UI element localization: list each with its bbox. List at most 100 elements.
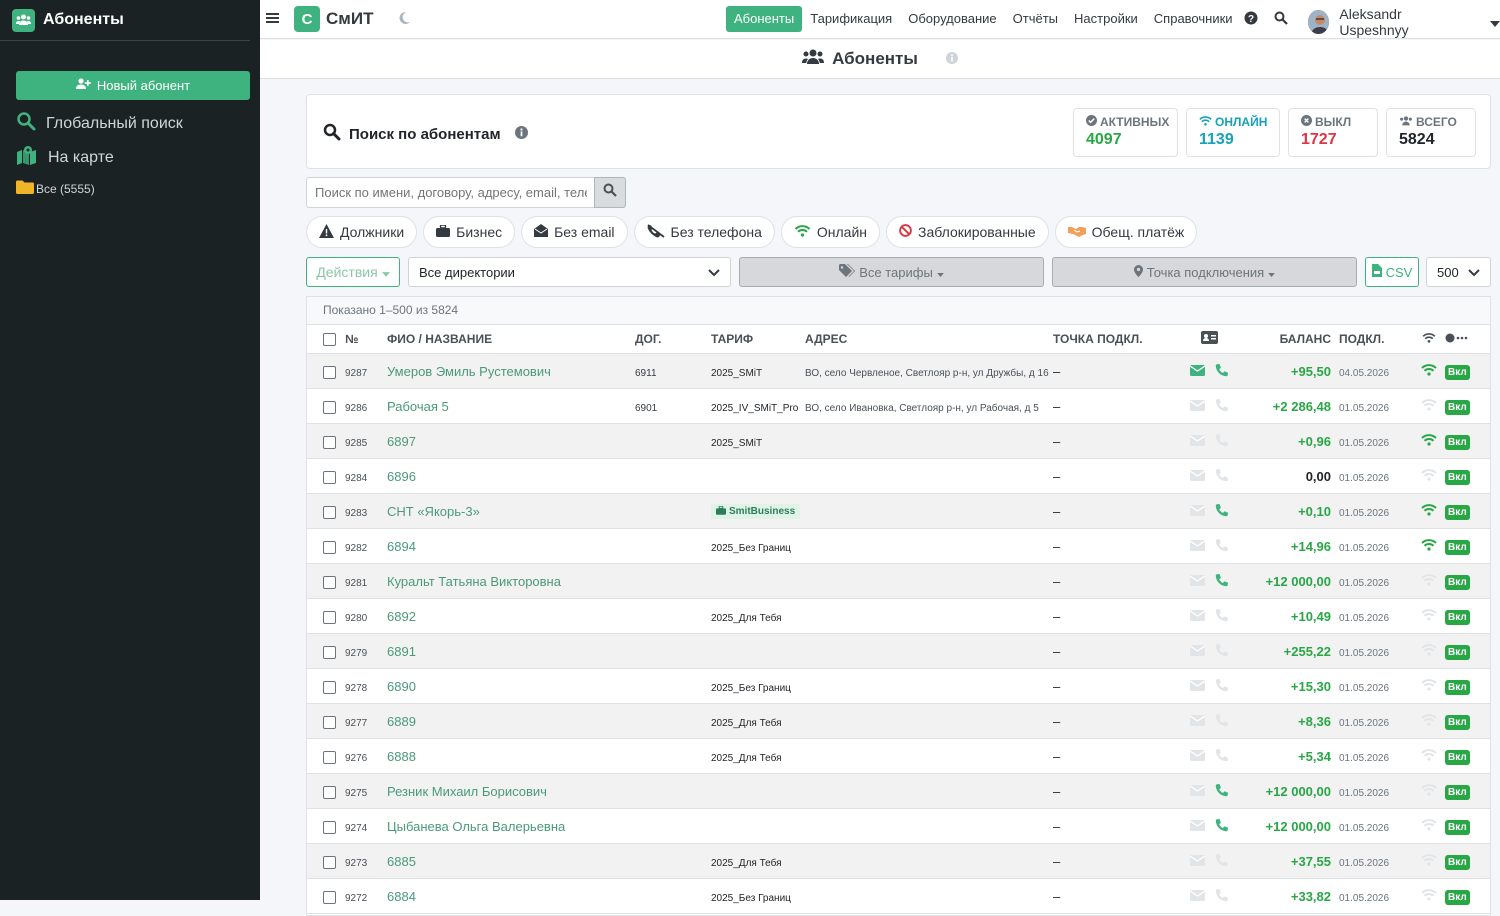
search-button[interactable] xyxy=(594,177,626,208)
status-badge[interactable]: Вкл xyxy=(1445,679,1470,695)
stat-off[interactable]: Выкл 1727 xyxy=(1288,108,1378,157)
stat-active[interactable]: Активных 4097 xyxy=(1073,108,1178,157)
nav-subscribers[interactable]: Абоненты xyxy=(726,6,803,32)
status-badge[interactable]: Вкл xyxy=(1445,434,1470,450)
nav-references[interactable]: Справочники xyxy=(1146,6,1241,32)
subscriber-name-link[interactable]: 6888 xyxy=(387,749,416,764)
status-badge[interactable]: Вкл xyxy=(1445,609,1470,625)
table-row[interactable]: 9278 6890 2025_Без Границ – +15,30 01.05.2026… xyxy=(307,668,1490,704)
subscriber-name-link[interactable]: Куральт Татьяна Викторовна xyxy=(387,574,561,589)
chip-business[interactable]: Бизнес xyxy=(423,216,516,248)
row-checkbox[interactable] xyxy=(323,575,336,589)
global-search-link[interactable]: Глобальный поиск xyxy=(16,111,183,136)
table-row[interactable]: 9286 Рабочая 5 6901 2025_IV_SMiT_Pro ВО, сел… xyxy=(307,388,1490,424)
menu-icon[interactable] xyxy=(266,11,280,30)
chip-promised-payment[interactable]: Обещ. платёж xyxy=(1054,216,1198,248)
info-icon[interactable] xyxy=(514,125,528,143)
moon-icon[interactable] xyxy=(397,11,411,30)
stat-total[interactable]: Всего 5824 xyxy=(1386,108,1476,157)
status-badge[interactable]: Вкл xyxy=(1445,819,1470,835)
row-checkbox[interactable] xyxy=(323,365,336,379)
chip-blocked[interactable]: Заблокированные xyxy=(886,216,1049,248)
table-row[interactable]: 9279 6891 – +255,22 01.05.2026 Вкл xyxy=(307,633,1490,669)
search-input[interactable] xyxy=(306,177,596,208)
status-badge[interactable]: Вкл xyxy=(1445,364,1470,380)
phone-icon[interactable] xyxy=(1215,783,1229,800)
phone-icon[interactable] xyxy=(1215,363,1229,380)
status-badge[interactable]: Вкл xyxy=(1445,399,1470,415)
folder-all[interactable]: Все (5555) xyxy=(16,180,95,197)
nav-equipment[interactable]: Оборудование xyxy=(900,6,1004,32)
table-row[interactable]: 9276 6888 2025_Для Тебя – +5,34 01.05.2026 Вкл xyxy=(307,738,1490,774)
row-checkbox[interactable] xyxy=(323,505,336,519)
status-badge[interactable]: Вкл xyxy=(1445,784,1470,800)
new-subscriber-button[interactable]: Новый абонент xyxy=(16,71,250,100)
row-checkbox[interactable] xyxy=(323,750,336,764)
table-row[interactable]: 9287 Умеров Эмиль Рустемович 6911 2025_SMiT… xyxy=(307,353,1490,389)
nav-billing[interactable]: Тарификация xyxy=(802,6,900,32)
table-row[interactable]: 9273 6885 2025_Для Тебя – +37,55 01.05.2026 Вк… xyxy=(307,843,1490,879)
status-badge[interactable]: Вкл xyxy=(1445,749,1470,765)
nav-reports[interactable]: Отчёты xyxy=(1005,6,1066,32)
phone-icon[interactable] xyxy=(1215,573,1229,590)
row-checkbox[interactable] xyxy=(323,855,336,869)
subscriber-name-link[interactable]: 6891 xyxy=(387,644,416,659)
subscriber-name-link[interactable]: Рабочая 5 xyxy=(387,399,449,414)
row-checkbox[interactable] xyxy=(323,820,336,834)
row-checkbox[interactable] xyxy=(323,470,336,484)
search-icon[interactable] xyxy=(1274,11,1288,30)
row-checkbox[interactable] xyxy=(323,680,336,694)
col-point[interactable]: Точка подкл. xyxy=(1053,324,1181,354)
point-dropdown[interactable]: Точка подключения xyxy=(1052,257,1357,287)
phone-icon[interactable] xyxy=(1215,818,1229,835)
status-badge[interactable]: Вкл xyxy=(1445,854,1470,870)
status-badge[interactable]: Вкл xyxy=(1445,469,1470,485)
chip-debtors[interactable]: Должники xyxy=(306,216,418,248)
subscriber-name-link[interactable]: 6885 xyxy=(387,854,416,869)
col-num[interactable]: № xyxy=(345,324,387,354)
chip-online[interactable]: Онлайн xyxy=(780,216,881,248)
csv-export-button[interactable]: CSV xyxy=(1365,257,1419,287)
col-contract[interactable]: Дог. xyxy=(635,324,711,354)
status-badge[interactable]: Вкл xyxy=(1445,539,1470,555)
phone-icon[interactable] xyxy=(1215,503,1229,520)
row-checkbox[interactable] xyxy=(323,400,336,414)
row-checkbox[interactable] xyxy=(323,890,336,904)
actions-dropdown[interactable]: Действия xyxy=(306,257,400,287)
subscriber-name-link[interactable]: Резник Михаил Борисович xyxy=(387,784,547,799)
row-checkbox[interactable] xyxy=(323,435,336,449)
table-row[interactable]: 9275 Резник Михаил Борисович – +12 000,00 01… xyxy=(307,773,1490,809)
status-badge[interactable]: Вкл xyxy=(1445,714,1470,730)
subscriber-name-link[interactable]: 6896 xyxy=(387,469,416,484)
subscriber-name-link[interactable]: 6890 xyxy=(387,679,416,694)
select-all-checkbox[interactable] xyxy=(323,333,336,347)
row-checkbox[interactable] xyxy=(323,715,336,729)
info-icon[interactable] xyxy=(945,49,958,69)
nav-settings[interactable]: Настройки xyxy=(1066,6,1146,32)
table-row[interactable]: 9274 Цыбанева Ольга Валерьевна – +12 000,00… xyxy=(307,808,1490,844)
table-row[interactable]: 9281 Куральт Татьяна Викторовна – +12 000,0… xyxy=(307,563,1490,599)
directory-select[interactable]: Все директории xyxy=(408,257,731,287)
stat-online[interactable]: Онлайн 1139 xyxy=(1186,108,1280,157)
row-checkbox[interactable] xyxy=(323,540,336,554)
app-logo[interactable]: С СмИТ xyxy=(294,6,373,32)
table-row[interactable]: 9283 СНТ «Якорь-3» SmitBusiness – +0,10 01.05… xyxy=(307,493,1490,529)
table-row[interactable]: 9272 6884 2025_Без Границ – +33,82 01.05.2026… xyxy=(307,878,1490,914)
status-badge[interactable]: Вкл xyxy=(1445,644,1470,660)
table-row[interactable]: 9285 6897 2025_SMiT – +0,96 01.05.2026 Вкл xyxy=(307,423,1490,459)
subscriber-name-link[interactable]: СНТ «Якорь-3» xyxy=(387,504,480,519)
status-badge[interactable]: Вкл xyxy=(1445,574,1470,590)
subscriber-name-link[interactable]: 6897 xyxy=(387,434,416,449)
row-checkbox[interactable] xyxy=(323,785,336,799)
subscriber-name-link[interactable]: 6892 xyxy=(387,609,416,624)
subscriber-name-link[interactable]: 6894 xyxy=(387,539,416,554)
col-connected[interactable]: Подкл. xyxy=(1339,324,1413,354)
help-icon[interactable]: ? xyxy=(1244,11,1258,30)
subscriber-name-link[interactable]: Цыбанева Ольга Валерьевна xyxy=(387,819,565,834)
envelope-icon[interactable] xyxy=(1189,364,1205,379)
subscriber-name-link[interactable]: Умеров Эмиль Рустемович xyxy=(387,364,551,379)
row-checkbox[interactable] xyxy=(323,645,336,659)
status-badge[interactable]: Вкл xyxy=(1445,889,1470,905)
col-address[interactable]: Адрес xyxy=(805,324,1053,354)
status-badge[interactable]: Вкл xyxy=(1445,504,1470,520)
